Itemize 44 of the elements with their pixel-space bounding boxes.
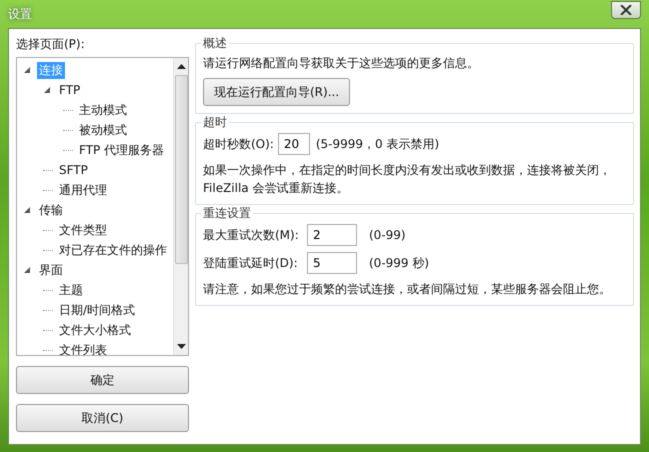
scroll-thumb[interactable] bbox=[174, 75, 188, 264]
input-field[interactable]: 2 bbox=[307, 224, 357, 246]
description-text: 如果一次操作中，在指定的时间长度内没有发出或收到数据，连接将被关闭，FileZilla 会尝试重新连接。 bbox=[203, 162, 612, 197]
tree-item[interactable]: SFTP bbox=[57, 162, 90, 178]
group-title: 重连设置 bbox=[202, 205, 252, 222]
collapse-triangle-icon[interactable] bbox=[23, 206, 31, 214]
tree-item[interactable]: FTP 代理服务器 bbox=[77, 142, 166, 158]
tree-item[interactable]: 通用代理 bbox=[57, 182, 109, 198]
close-button[interactable] bbox=[611, 1, 641, 19]
scrollbar[interactable] bbox=[173, 58, 188, 355]
close-icon bbox=[620, 5, 632, 15]
tree-item[interactable]: 主题 bbox=[57, 282, 85, 298]
scroll-down-icon[interactable] bbox=[176, 344, 186, 350]
input-field[interactable]: 5 bbox=[307, 252, 357, 274]
tree-item[interactable]: 文件类型 bbox=[57, 222, 109, 238]
collapse-triangle-icon[interactable] bbox=[23, 266, 31, 274]
collapse-triangle-icon[interactable] bbox=[43, 86, 51, 94]
tree-item[interactable]: 主动模式 bbox=[77, 102, 129, 118]
tree-item[interactable]: 文件列表 bbox=[57, 342, 109, 355]
range-hint: (0-99) bbox=[369, 228, 406, 242]
tree-item[interactable]: 文件大小格式 bbox=[57, 322, 133, 338]
tree-item[interactable]: 传输 bbox=[37, 202, 65, 218]
dialog-button[interactable]: 确定 bbox=[16, 366, 189, 394]
tree-item[interactable]: 被动模式 bbox=[77, 122, 129, 138]
field-label: 超时秒数(O): bbox=[203, 136, 274, 152]
description-text: 请注意，如果您过于频繁的尝试连接，或者间隔过短，某些服务器会阻止您。 bbox=[203, 281, 611, 298]
tree-item[interactable]: 日期/时间格式 bbox=[57, 302, 138, 318]
field-label: 最大重试次数(M): bbox=[203, 226, 300, 244]
group-title: 超时 bbox=[202, 114, 228, 131]
tree-item[interactable]: FTP bbox=[57, 82, 82, 98]
wizard-button[interactable]: 现在运行配置向导(R)... bbox=[203, 78, 350, 106]
dialog-button[interactable]: 取消(C) bbox=[16, 404, 189, 432]
scroll-up-icon[interactable] bbox=[176, 63, 186, 69]
range-hint: (5-9999，0 表示禁用) bbox=[316, 136, 440, 152]
description-text: 请运行网络配置向导获取关于这些选项的更多信息。 bbox=[203, 55, 479, 72]
range-hint: (0-999 秒) bbox=[369, 254, 430, 272]
window-title: 设置 bbox=[8, 6, 32, 22]
page-selector-label: 选择页面(P): bbox=[16, 37, 86, 51]
input-field[interactable]: 20 bbox=[278, 133, 310, 155]
tree-item[interactable]: 对已存在文件的操作 bbox=[57, 242, 169, 258]
tree-item[interactable]: 界面 bbox=[37, 262, 65, 278]
group-title: 概述 bbox=[202, 35, 228, 52]
collapse-triangle-icon[interactable] bbox=[23, 66, 31, 74]
field-label: 登陆重试延时(D): bbox=[203, 254, 299, 272]
